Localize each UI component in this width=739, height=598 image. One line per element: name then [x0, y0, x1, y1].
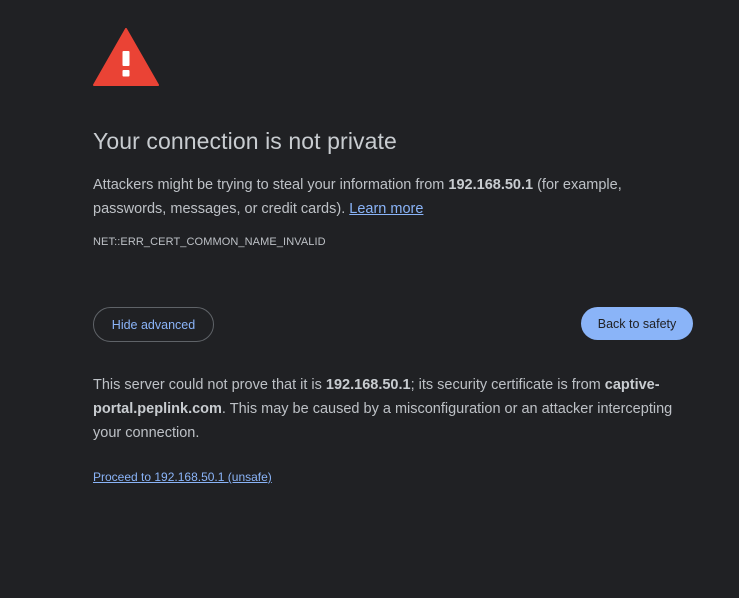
details-text-start: This server could not prove that it is: [93, 377, 326, 393]
learn-more-link[interactable]: Learn more: [349, 201, 423, 217]
warning-triangle-icon: [93, 28, 159, 86]
interstitial-page: Your connection is not private Attackers…: [0, 0, 739, 598]
intro-host: 192.168.50.1: [448, 177, 534, 193]
details-text-middle: ; its security certificate is from: [410, 377, 605, 393]
intro-paragraph: Attackers might be trying to steal your …: [93, 173, 673, 221]
proceed-unsafe-link[interactable]: Proceed to 192.168.50.1 (unsafe): [93, 470, 272, 484]
page-title: Your connection is not private: [93, 128, 397, 154]
details-host: 192.168.50.1: [325, 377, 411, 393]
error-code: NET::ERR_CERT_COMMON_NAME_INVALID: [93, 236, 326, 248]
back-to-safety-button[interactable]: Back to safety: [581, 307, 693, 340]
intro-text-start: Attackers might be trying to steal your …: [93, 177, 449, 193]
details-paragraph: This server could not prove that it is 1…: [93, 373, 698, 445]
hide-advanced-button[interactable]: Hide advanced: [93, 307, 214, 342]
